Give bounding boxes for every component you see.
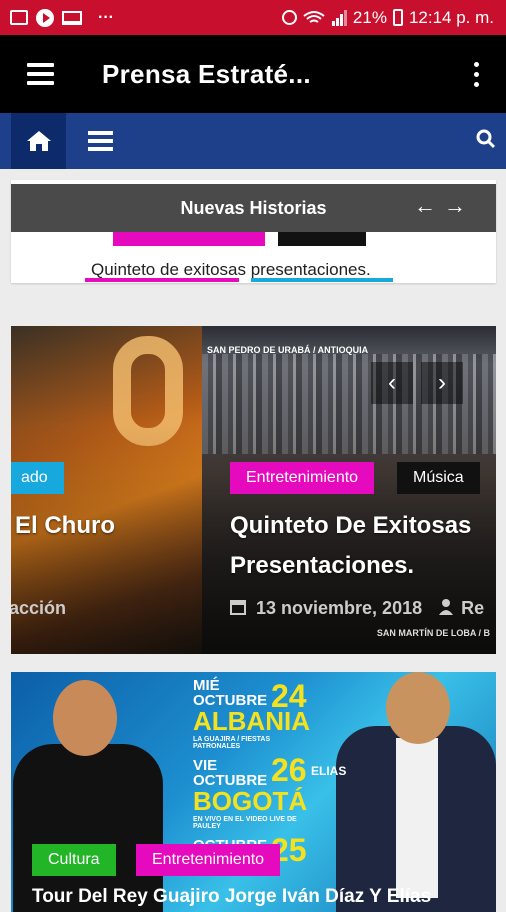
ticker-headline[interactable]: Quinteto de exitosas presentaciones. xyxy=(91,260,371,280)
main-nav xyxy=(0,113,506,169)
poster-subtitle: EN VIVO EN EL VIDEO LIVE DE PAULEY xyxy=(193,816,297,830)
screen-icon xyxy=(62,10,82,25)
tour-poster: MIÉ OCTUBRE 24 ALBANIA LA GUAJIRA / FIES… xyxy=(193,678,313,866)
ticker-arrows: ←→ xyxy=(414,193,474,219)
signal-icon xyxy=(331,9,347,26)
chevron-right-icon: › xyxy=(438,369,446,396)
news-ticker: Quinteto de exitosas presentaciones. Nue… xyxy=(11,180,496,283)
poster-date-1: MIÉ OCTUBRE 24 ALBANIA LA GUAJIRA / FIES… xyxy=(193,678,313,750)
ticker-underline xyxy=(251,278,393,282)
ticker-prev-icon[interactable]: ← xyxy=(414,193,444,218)
category-badge-cultura[interactable]: Cultura xyxy=(32,844,116,876)
wifi-icon xyxy=(303,10,325,23)
slide-title-current[interactable]: Quinteto De Exitosas Presentaciones. xyxy=(230,506,496,586)
more-notifications: ··· xyxy=(98,8,114,26)
featured-slider: SAN PEDRO DE URABÁ / ANTIOQUIA SAN MARTÍ… xyxy=(11,326,496,654)
slider-prev-button[interactable]: ‹ xyxy=(371,362,413,404)
name-tag: ELIAS xyxy=(311,764,347,778)
status-bar: ··· 21% 12:14 p. m. xyxy=(0,0,506,35)
poster-date-2: VIE OCTUBRE 26 BOGOTÁ EN VIVO EN EL VIDE… xyxy=(193,754,313,830)
slide-author-previous[interactable]: acción xyxy=(11,598,66,619)
search-icon[interactable] xyxy=(476,129,496,154)
youtube-icon xyxy=(36,8,54,27)
category-badge-musica[interactable]: Música xyxy=(397,462,480,494)
category-badge-entretenimiento[interactable]: Entretenimiento xyxy=(136,844,281,876)
slide-title-previous[interactable]: El Churo xyxy=(15,506,115,546)
ticker-underline xyxy=(85,278,239,282)
user-icon xyxy=(439,599,454,620)
nav-menu-icon[interactable] xyxy=(88,131,113,151)
slide-author[interactable]: Re xyxy=(461,598,484,618)
artist-photo-right: ELIAS xyxy=(311,672,496,912)
article-card[interactable]: MIÉ OCTUBRE 24 ALBANIA LA GUAJIRA / FIES… xyxy=(11,672,496,912)
poster-number: 24 xyxy=(271,678,307,714)
app-title: Prensa Estraté... xyxy=(102,58,311,89)
artist-photo-left xyxy=(11,680,163,912)
battery-percent: 21% xyxy=(352,7,387,27)
poster-city: BOGOTÁ xyxy=(193,786,308,816)
photo-location-bottom: SAN MARTÍN DE LOBA / B xyxy=(376,628,490,638)
alarm-icon xyxy=(281,10,297,25)
battery-icon xyxy=(392,9,403,26)
ticker-next-icon[interactable]: → xyxy=(444,193,474,218)
gallery-icon xyxy=(10,10,28,25)
home-button[interactable] xyxy=(11,113,66,169)
clock: 12:14 p. m. xyxy=(408,7,494,27)
slider-next-button[interactable]: › xyxy=(421,362,463,404)
slide-meta: 13 noviembre, 2018 Re xyxy=(230,598,484,620)
overflow-menu-icon[interactable] xyxy=(474,61,479,87)
poster-number: 26 xyxy=(271,752,307,788)
slide-date: 13 noviembre, 2018 xyxy=(256,598,423,618)
photo-location-top: SAN PEDRO DE URABÁ / ANTIOQUIA xyxy=(207,345,369,355)
app-bar: Prensa Estraté... xyxy=(0,35,506,113)
calendar-icon xyxy=(230,600,246,615)
ticker-category-badge xyxy=(278,232,366,246)
chevron-left-icon: ‹ xyxy=(388,369,396,396)
menu-icon[interactable] xyxy=(27,63,54,85)
category-badge[interactable]: ado xyxy=(11,462,64,494)
category-badge-entretenimiento[interactable]: Entretenimiento xyxy=(230,462,375,494)
ticker-title: Nuevas Historias xyxy=(180,197,327,218)
article-title[interactable]: Tour Del Rey Guajiro Jorge Iván Díaz Y E… xyxy=(32,886,431,908)
ticker-category-badge xyxy=(113,232,265,246)
poster-subtitle: LA GUAJIRA / FIESTAS PATRONALES xyxy=(193,736,271,750)
home-icon xyxy=(26,131,51,151)
